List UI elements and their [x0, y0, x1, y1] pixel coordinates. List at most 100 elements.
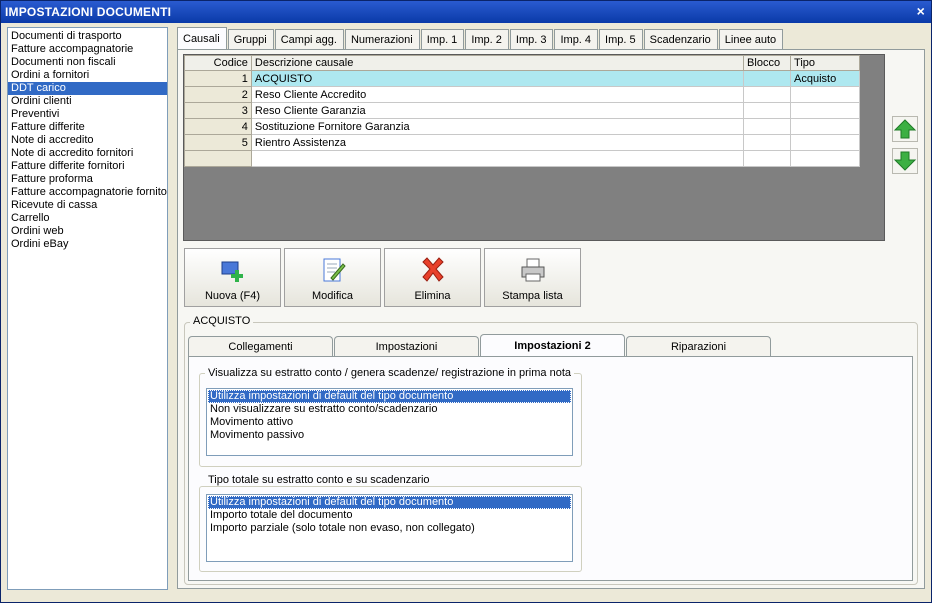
- cell-codice[interactable]: 1: [184, 70, 252, 87]
- tab-numerazioni[interactable]: Numerazioni: [344, 29, 420, 49]
- doc-type-item[interactable]: Fatture accompagnatorie: [8, 43, 167, 56]
- tab-imp-1[interactable]: Imp. 1: [420, 29, 465, 49]
- cell-tipo[interactable]: [790, 134, 860, 151]
- doc-type-item[interactable]: Documenti non fiscali: [8, 56, 167, 69]
- delete-button[interactable]: Elimina: [384, 248, 481, 307]
- print-list-button-label: Stampa lista: [502, 290, 563, 302]
- listbox-option[interactable]: Importo totale del documento: [208, 509, 571, 522]
- column-header-blocco[interactable]: Blocco: [743, 55, 792, 71]
- estratto-conto-listbox[interactable]: Utilizza impostazioni di default del tip…: [206, 388, 573, 456]
- doc-type-item[interactable]: Carrello: [8, 212, 167, 225]
- tab-imp-3[interactable]: Imp. 3: [509, 29, 554, 49]
- document-type-list[interactable]: Documenti di trasporto Fatture accompagna…: [7, 27, 168, 590]
- detail-tab-impostazioni-2[interactable]: Impostazioni 2: [480, 334, 625, 356]
- cell-blocco[interactable]: [743, 86, 792, 103]
- cell-codice[interactable]: [184, 150, 252, 167]
- cell-tipo[interactable]: [790, 86, 860, 103]
- doc-type-item[interactable]: Preventivi: [8, 108, 167, 121]
- listbox-option[interactable]: Utilizza impostazioni di default del tip…: [208, 496, 571, 509]
- close-icon[interactable]: ×: [917, 3, 925, 19]
- doc-type-item[interactable]: Note di accredito fornitori: [8, 147, 167, 160]
- new-button[interactable]: Nuova (F4): [184, 248, 281, 307]
- cell-tipo[interactable]: [790, 118, 860, 135]
- arrow-up-icon: [893, 119, 917, 139]
- causali-table[interactable]: Codice Descrizione causale Blocco Tipo 1…: [184, 55, 860, 167]
- cell-tipo[interactable]: [790, 150, 860, 167]
- doc-type-item[interactable]: Note di accredito: [8, 134, 167, 147]
- tab-imp-2[interactable]: Imp. 2: [465, 29, 509, 49]
- move-up-button[interactable]: [892, 116, 918, 142]
- cell-descrizione[interactable]: Rientro Assistenza: [250, 134, 745, 151]
- cell-codice[interactable]: 5: [184, 134, 252, 151]
- doc-type-item[interactable]: Fatture accompagnatorie fornito: [8, 186, 167, 199]
- move-down-button[interactable]: [892, 148, 918, 174]
- table-row[interactable]: 3 Reso Cliente Garanzia: [184, 102, 860, 119]
- tab-imp-4[interactable]: Imp. 4: [554, 29, 599, 49]
- detail-tab-impostazioni[interactable]: Impostazioni: [334, 336, 479, 356]
- listbox-option[interactable]: Utilizza impostazioni di default del tip…: [208, 390, 571, 403]
- detail-tab-collegamenti[interactable]: Collegamenti: [188, 336, 333, 356]
- cell-descrizione[interactable]: ACQUISTO: [250, 70, 745, 87]
- doc-type-item[interactable]: Ordini a fornitori: [8, 69, 167, 82]
- doc-type-item[interactable]: Ricevute di cassa: [8, 199, 167, 212]
- table-row[interactable]: [184, 150, 860, 167]
- table-row[interactable]: 5 Rientro Assistenza: [184, 134, 860, 151]
- cell-codice[interactable]: 3: [184, 102, 252, 119]
- doc-type-item[interactable]: Fatture differite fornitori: [8, 160, 167, 173]
- edit-button-label: Modifica: [312, 290, 353, 302]
- cell-blocco[interactable]: [743, 118, 792, 135]
- doc-type-item[interactable]: Ordini clienti: [8, 95, 167, 108]
- arrow-down-icon: [893, 151, 917, 171]
- fieldset-estratto-conto-legend: Visualizza su estratto conto / genera sc…: [205, 367, 574, 379]
- table-row[interactable]: 2 Reso Cliente Accredito: [184, 86, 860, 103]
- fieldset-tipo-totale-legend: Tipo totale su estratto conto e su scade…: [205, 474, 433, 486]
- cell-codice[interactable]: 2: [184, 86, 252, 103]
- doc-type-item[interactable]: Fatture proforma: [8, 173, 167, 186]
- listbox-option[interactable]: Movimento attivo: [208, 416, 571, 429]
- tab-scadenzario[interactable]: Scadenzario: [643, 29, 718, 49]
- printer-icon: [521, 258, 545, 282]
- tab-gruppi[interactable]: Gruppi: [227, 29, 274, 49]
- tipo-totale-listbox[interactable]: Utilizza impostazioni di default del tip…: [206, 494, 573, 562]
- action-buttons: Nuova (F4) Modifica Elimina Stampa lista: [184, 248, 584, 307]
- column-header-codice[interactable]: Codice: [184, 55, 252, 71]
- table-row[interactable]: 1 ACQUISTO Acquisto: [184, 70, 860, 87]
- tab-linee-auto[interactable]: Linee auto: [718, 29, 784, 49]
- edit-button[interactable]: Modifica: [284, 248, 381, 307]
- tab-imp-5[interactable]: Imp. 5: [599, 29, 643, 49]
- edit-document-icon: [323, 258, 346, 282]
- title-bar: IMPOSTAZIONI DOCUMENTI ×: [1, 1, 931, 23]
- cell-blocco[interactable]: [743, 102, 792, 119]
- table-row[interactable]: 4 Sostituzione Fornitore Garanzia: [184, 118, 860, 135]
- doc-type-item[interactable]: Ordini web: [8, 225, 167, 238]
- cell-descrizione[interactable]: Sostituzione Fornitore Garanzia: [250, 118, 745, 135]
- cell-tipo[interactable]: Acquisto: [790, 70, 860, 87]
- doc-type-item[interactable]: DDT carico: [8, 82, 167, 95]
- cell-descrizione[interactable]: [250, 150, 745, 167]
- doc-type-item[interactable]: Ordini eBay: [8, 238, 167, 251]
- cell-tipo[interactable]: [790, 102, 860, 119]
- tab-campi-agg[interactable]: Campi agg.: [274, 29, 344, 49]
- doc-type-item[interactable]: Fatture differite: [8, 121, 167, 134]
- new-document-icon: [221, 261, 243, 282]
- column-header-descrizione[interactable]: Descrizione causale: [250, 55, 745, 71]
- causali-panel: Codice Descrizione causale Blocco Tipo 1…: [177, 49, 925, 589]
- listbox-option[interactable]: Importo parziale (solo totale non evaso,…: [208, 522, 571, 535]
- print-list-button[interactable]: Stampa lista: [484, 248, 581, 307]
- tab-causali[interactable]: Causali: [177, 27, 227, 49]
- window-title: IMPOSTAZIONI DOCUMENTI: [5, 5, 172, 19]
- listbox-option[interactable]: Non visualizzare su estratto conto/scade…: [208, 403, 571, 416]
- cell-descrizione[interactable]: Reso Cliente Accredito: [250, 86, 745, 103]
- detail-tabs: Collegamenti Impostazioni Impostazioni 2 Ri…: [188, 334, 772, 356]
- column-header-tipo[interactable]: Tipo: [790, 55, 860, 71]
- cell-blocco[interactable]: [743, 134, 792, 151]
- detail-tab-riparazioni[interactable]: Riparazioni: [626, 336, 771, 356]
- delete-x-icon: [422, 257, 444, 282]
- doc-type-item[interactable]: Documenti di trasporto: [8, 30, 167, 43]
- cell-codice[interactable]: 4: [184, 118, 252, 135]
- cell-descrizione[interactable]: Reso Cliente Garanzia: [250, 102, 745, 119]
- cell-blocco[interactable]: [743, 70, 792, 87]
- detail-group-title: ACQUISTO: [190, 315, 254, 327]
- listbox-option[interactable]: Movimento passivo: [208, 429, 571, 442]
- cell-blocco[interactable]: [743, 150, 792, 167]
